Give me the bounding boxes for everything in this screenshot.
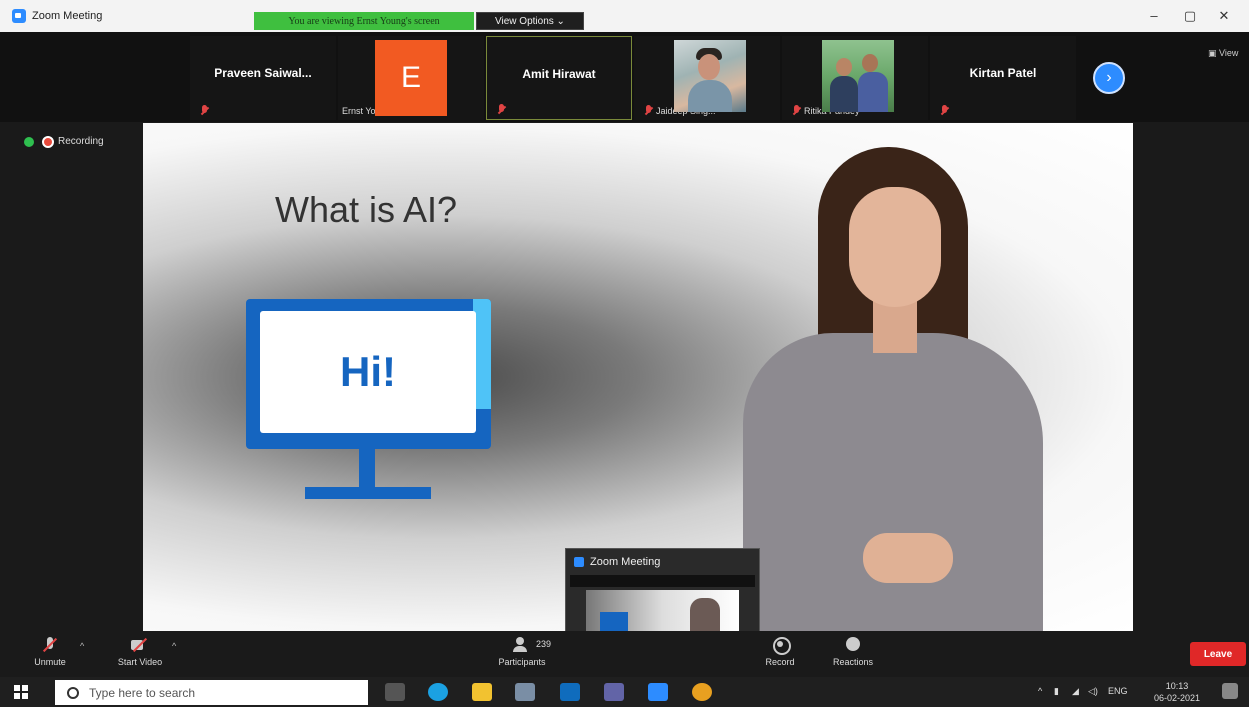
system-clock[interactable]: 10:13 06-02-2021 [1154,680,1200,704]
start-video-button[interactable]: Start Video [110,631,170,667]
muted-mic-icon [41,637,59,653]
recording-label: Recording [58,136,104,147]
meeting-controls: Unmute ^ Start Video ^ Participants 239 … [0,631,1249,677]
language-indicator[interactable]: ENG [1108,686,1128,696]
participant-name: Amit Hirawat [522,67,596,81]
monitor-illustration: Hi! [246,299,491,449]
video-off-icon [131,637,149,653]
search-placeholder: Type here to search [89,685,196,700]
muted-mic-icon [940,105,949,116]
avatar: E [375,40,447,116]
reactions-label: Reactions [832,657,874,667]
participants-icon [513,637,531,653]
file-explorer-icon[interactable] [472,683,492,701]
chrome-icon[interactable] [692,683,712,701]
leave-button[interactable]: Leave [1190,642,1246,666]
participants-label: Participants [498,657,546,667]
muted-mic-icon [644,105,653,116]
window-title: Zoom Meeting [32,10,103,22]
network-icon[interactable]: ◢ [1072,686,1079,697]
close-button[interactable]: ✕ [1212,8,1236,24]
search-icon [67,686,79,699]
participant-name: Praveen Saiwal... [214,66,312,80]
presenter-video [723,143,1103,631]
unmute-label: Unmute [34,657,66,667]
volume-icon[interactable]: ◁) [1088,686,1098,697]
audio-options-caret[interactable]: ^ [80,641,84,651]
recording-icon [42,136,54,148]
participant-video [674,40,746,112]
muted-mic-icon [200,105,209,116]
viewing-screen-banner: You are viewing Ernst Young's screen [254,12,474,30]
video-options-caret[interactable]: ^ [172,641,176,651]
muted-mic-icon [792,105,801,116]
clock-time: 10:13 [1165,681,1189,691]
view-button[interactable]: ▣ View [1208,48,1238,59]
chevron-up-icon[interactable]: ^ [1038,686,1042,696]
edge-icon[interactable] [428,683,448,701]
participant-tile[interactable]: Praveen Saiwal... [190,36,336,120]
view-label: View [1219,48,1239,58]
participant-tile[interactable]: Kirtan Patel [930,36,1076,120]
monitor-text: Hi! [260,311,476,433]
title-bar: Zoom Meeting [0,0,1249,32]
zoom-taskbar-icon[interactable] [648,683,668,701]
teams-icon[interactable] [604,683,624,701]
shield-icon[interactable] [24,137,34,147]
participant-count: 239 [536,639,552,649]
outlook-icon[interactable] [560,683,580,701]
start-video-label: Start Video [117,657,163,667]
slide-title: What is AI? [275,189,458,230]
participant-tile[interactable]: Amit Hirawat [486,36,632,120]
store-icon[interactable] [515,683,535,701]
minimize-button[interactable]: – [1142,8,1166,23]
record-label: Record [765,657,795,667]
chevron-right-icon[interactable]: › [1093,62,1125,94]
notification-icon[interactable] [1222,683,1238,699]
participants-button[interactable]: Participants [490,631,554,667]
reactions-button[interactable]: Reactions [826,631,880,667]
mic-tray-icon[interactable]: ▮ [1054,686,1059,697]
zoom-app-icon [12,9,26,23]
maximize-button[interactable]: ▢ [1178,8,1202,24]
taskbar-search[interactable]: Type here to search [55,680,368,705]
unmute-button[interactable]: Unmute [30,631,70,667]
view-options-button[interactable]: View Options ⌄ [476,12,584,30]
clock-date: 06-02-2021 [1154,693,1201,703]
mini-window-title: Zoom Meeting [590,556,661,568]
record-button[interactable]: Record [760,631,800,667]
windows-start-icon[interactable] [14,685,28,699]
zoom-app-icon [574,557,584,567]
task-view-icon[interactable] [385,683,405,701]
participant-video [822,40,894,112]
view-options-label: View Options [495,15,554,27]
taskbar: Type here to search ^ ▮ ◢ ◁) ENG 10:13 0… [0,677,1249,707]
record-icon [771,637,791,655]
reactions-icon [844,637,862,653]
muted-mic-icon [497,104,506,115]
participant-name: Kirtan Patel [969,66,1037,80]
